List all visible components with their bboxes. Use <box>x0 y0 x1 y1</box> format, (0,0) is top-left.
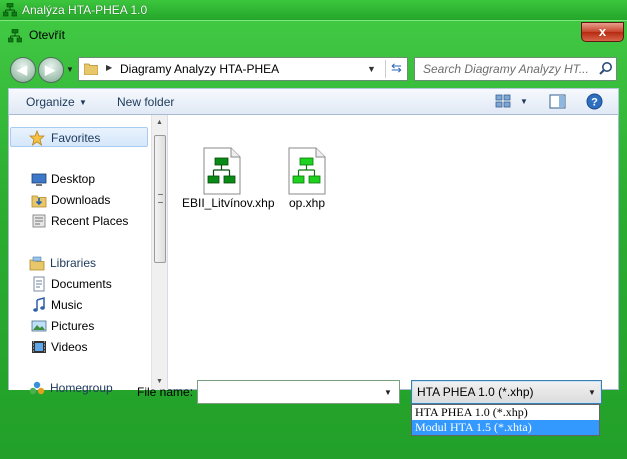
view-options-dropdown-icon[interactable]: ▼ <box>520 97 528 106</box>
scrollbar-thumb[interactable] <box>154 135 166 263</box>
sidebar-label: Homegroup <box>50 381 113 395</box>
refresh-icon[interactable]: ⇆ <box>385 60 407 78</box>
change-view-icon[interactable] <box>495 94 511 108</box>
help-icon[interactable]: ? <box>586 93 603 110</box>
open-dialog: Otevřít x ◀ ▶ ▼ ▶ Diagramy Analyzy HTA-P… <box>0 20 627 459</box>
file-type-dropdown-list: HTA PHEA 1.0 (*.xhp) Modul HTA 1.5 (*.xh… <box>411 404 600 436</box>
navigation-scrollbar[interactable]: ▲ ▼ <box>151 115 167 390</box>
file-type-selected: HTA PHEA 1.0 (*.xhp) <box>417 385 534 399</box>
search-placeholder[interactable]: Search Diagramy Analyzy HT... <box>423 62 595 76</box>
sidebar-label: Music <box>51 298 83 312</box>
address-bar[interactable]: ▶ Diagramy Analyzy HTA-PHEA ▼ ⇆ <box>78 57 408 81</box>
dialog-title-bar[interactable]: Otevřít x <box>0 21 627 51</box>
forward-button[interactable]: ▶ <box>38 57 64 83</box>
search-box[interactable]: Search Diagramy Analyzy HT... <box>414 57 617 81</box>
organize-button[interactable]: Organize <box>26 95 75 109</box>
arrow-right-icon: ▶ <box>45 62 55 77</box>
command-bar: Organize ▼ New folder ▼ ? <box>8 88 619 115</box>
dialog-diagram-icon <box>8 29 22 43</box>
homegroup-icon <box>29 381 45 395</box>
pane-divider[interactable] <box>167 115 168 390</box>
sidebar-label: Videos <box>51 340 88 354</box>
file-name: EBII_Litvínov.xhp <box>182 196 275 210</box>
sidebar-label: Recent Places <box>51 214 129 228</box>
sidebar-label: Desktop <box>51 172 96 186</box>
sidebar-item-favorites[interactable]: Favorites <box>10 127 148 147</box>
search-icon[interactable] <box>598 61 614 77</box>
sidebar-label: Favorites <box>51 131 101 145</box>
file-name-dropdown-icon[interactable]: ▼ <box>384 388 392 397</box>
diagram-file-icon <box>203 147 241 195</box>
sidebar-item-homegroup[interactable]: Homegroup <box>9 378 149 398</box>
sidebar-item-libraries[interactable]: Libraries <box>9 253 149 273</box>
app-title: Analýza HTA-PHEA 1.0 <box>22 3 148 17</box>
file-type-option-highlighted[interactable]: Modul HTA 1.5 (*.xhta) <box>412 420 599 435</box>
chevron-down-icon[interactable]: ▼ <box>588 388 596 397</box>
documents-icon <box>33 276 45 292</box>
sidebar-item-recent-places[interactable]: Recent Places <box>9 211 149 231</box>
star-icon <box>29 130 45 146</box>
sidebar-item-music[interactable]: Music <box>9 295 149 315</box>
sidebar-item-downloads[interactable]: Downloads <box>9 190 149 210</box>
organize-dropdown-icon[interactable]: ▼ <box>79 98 87 107</box>
dialog-title: Otevřít <box>29 28 66 42</box>
navigation-pane: Favorites Desktop Downloads Recent Place… <box>9 115 151 395</box>
videos-icon <box>32 341 46 353</box>
app-diagram-icon <box>3 3 17 17</box>
downloads-icon <box>31 195 47 208</box>
svg-text:?: ? <box>591 97 598 109</box>
pictures-icon <box>31 320 47 332</box>
close-button[interactable]: x <box>581 22 624 42</box>
folder-icon <box>84 63 98 75</box>
recent-locations-dropdown[interactable]: ▼ <box>66 65 74 74</box>
breadcrumb-chevron-icon[interactable]: ▶ <box>106 63 112 72</box>
preview-pane-icon[interactable] <box>549 94 566 109</box>
close-icon: x <box>598 24 607 39</box>
sidebar-label: Libraries <box>50 256 97 270</box>
sidebar-item-pictures[interactable]: Pictures <box>9 316 149 336</box>
app-title-bar: Analýza HTA-PHEA 1.0 <box>0 0 627 20</box>
sidebar-item-desktop[interactable]: Desktop <box>9 169 149 189</box>
sidebar-label: Pictures <box>51 319 95 333</box>
new-folder-button[interactable]: New folder <box>117 95 174 109</box>
file-type-option[interactable]: HTA PHEA 1.0 (*.xhp) <box>412 405 599 420</box>
sidebar-label: Documents <box>51 277 112 291</box>
file-name-input[interactable]: ▼ <box>197 380 400 404</box>
arrow-left-icon: ◀ <box>17 62 27 77</box>
scroll-down-icon[interactable]: ▼ <box>156 378 163 385</box>
libraries-icon <box>29 256 45 271</box>
sidebar-item-documents[interactable]: Documents <box>9 274 149 294</box>
sidebar-label: Downloads <box>51 193 111 207</box>
scroll-up-icon[interactable]: ▲ <box>156 119 163 126</box>
file-name-label: File name: <box>137 385 194 399</box>
diagram-file-icon <box>288 147 326 195</box>
recent-places-icon <box>32 214 46 228</box>
desktop-icon <box>31 173 47 186</box>
breadcrumb-path[interactable]: Diagramy Analyzy HTA-PHEA <box>120 62 279 76</box>
browser-area: Favorites Desktop Downloads Recent Place… <box>8 115 619 395</box>
back-button[interactable]: ◀ <box>10 57 36 83</box>
file-item[interactable]: op.xhp <box>267 145 347 235</box>
music-icon <box>33 297 45 312</box>
address-dropdown-icon[interactable]: ▼ <box>367 64 376 74</box>
file-item[interactable]: EBII_Litvínov.xhp <box>182 145 275 235</box>
sidebar-item-videos[interactable]: Videos <box>9 337 149 357</box>
file-name: op.xhp <box>288 196 326 210</box>
file-type-select[interactable]: HTA PHEA 1.0 (*.xhp) ▼ <box>411 380 602 404</box>
